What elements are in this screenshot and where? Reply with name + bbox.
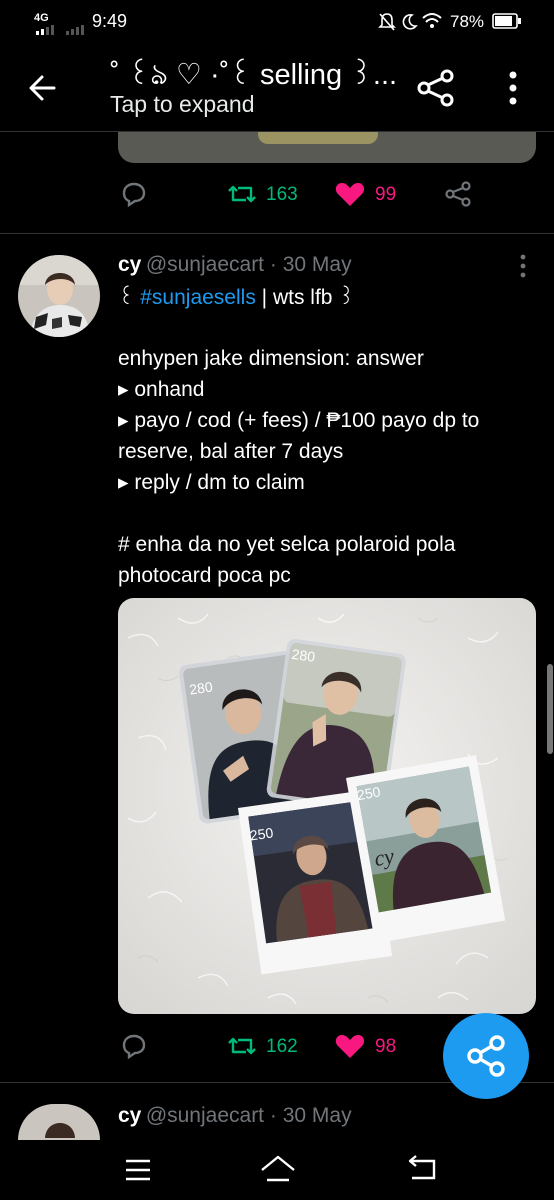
display-name[interactable]: cy xyxy=(118,253,141,276)
return-icon[interactable] xyxy=(404,1154,440,1184)
tweet-photo[interactable]: 280 cy 280 250 xyxy=(118,598,536,1014)
system-nav-bar xyxy=(0,1140,554,1200)
handle[interactable]: @sunjaecart xyxy=(146,1104,264,1127)
battery-icon xyxy=(492,13,521,29)
next-tweet-meta: cy @sunjaecart · 30 May xyxy=(118,1104,352,1128)
share-icon[interactable] xyxy=(442,178,474,210)
avatar[interactable] xyxy=(18,1104,100,1140)
heart-icon[interactable] xyxy=(334,178,366,210)
retweet-count: 162 xyxy=(266,1036,298,1057)
tweet-prefix: ꒰ xyxy=(118,286,141,309)
hashtag-link[interactable]: #sunjaesells xyxy=(140,286,256,309)
share-icon[interactable] xyxy=(414,66,458,110)
tweet-first-line: ꒰ #sunjaesells | wts lfb ꒱ xyxy=(118,282,528,313)
retweet-icon[interactable] xyxy=(226,1030,258,1062)
tap-to-expand-label[interactable]: Tap to expand xyxy=(110,91,255,118)
moon-icon xyxy=(402,14,418,30)
handle[interactable]: @sunjaecart xyxy=(146,253,264,276)
tweet-date[interactable]: 30 May xyxy=(283,253,352,276)
share-fab-button[interactable] xyxy=(443,1013,529,1099)
signal-icon xyxy=(36,25,84,35)
share-icon xyxy=(467,1035,505,1077)
tweet-meta: cy @sunjaecart · 30 May xyxy=(118,253,352,277)
reply-icon[interactable] xyxy=(118,178,150,210)
card-price: 280 xyxy=(188,678,214,697)
tweet-divider xyxy=(0,233,554,234)
battery-percent: 78% xyxy=(450,12,485,31)
reply-icon[interactable] xyxy=(118,1030,150,1062)
retweet-icon[interactable] xyxy=(226,178,258,210)
home-icon[interactable] xyxy=(258,1154,298,1184)
wifi-icon xyxy=(422,13,442,28)
menu-icon[interactable] xyxy=(122,1156,154,1184)
like-count: 98 xyxy=(375,1036,397,1057)
mute-bell-icon xyxy=(378,13,396,31)
tweet-date[interactable]: 30 May xyxy=(283,1104,352,1127)
tweet-body: enhypen jake dimension: answer ▸ onhand … xyxy=(118,347,480,587)
like-count: 99 xyxy=(375,184,397,205)
avatar[interactable] xyxy=(18,255,100,337)
display-name[interactable]: cy xyxy=(118,1104,141,1127)
back-arrow-icon[interactable] xyxy=(24,68,64,108)
previous-tweet-media[interactable] xyxy=(118,132,536,163)
status-bar: 4G 9:49 78% xyxy=(0,0,554,44)
meta-separator: · xyxy=(264,253,283,276)
meta-separator: · xyxy=(264,1104,283,1127)
retweet-count: 163 xyxy=(266,184,298,205)
more-vertical-icon[interactable] xyxy=(498,66,528,110)
tweet-suffix: | wts lfb ꒱ xyxy=(255,286,355,309)
card-price: 250 xyxy=(249,824,275,843)
clock: 9:49 xyxy=(92,11,128,31)
scrollbar[interactable] xyxy=(547,664,553,754)
heart-icon[interactable] xyxy=(334,1030,366,1062)
card-price: 280 xyxy=(291,646,317,665)
more-vertical-icon[interactable] xyxy=(511,252,535,280)
